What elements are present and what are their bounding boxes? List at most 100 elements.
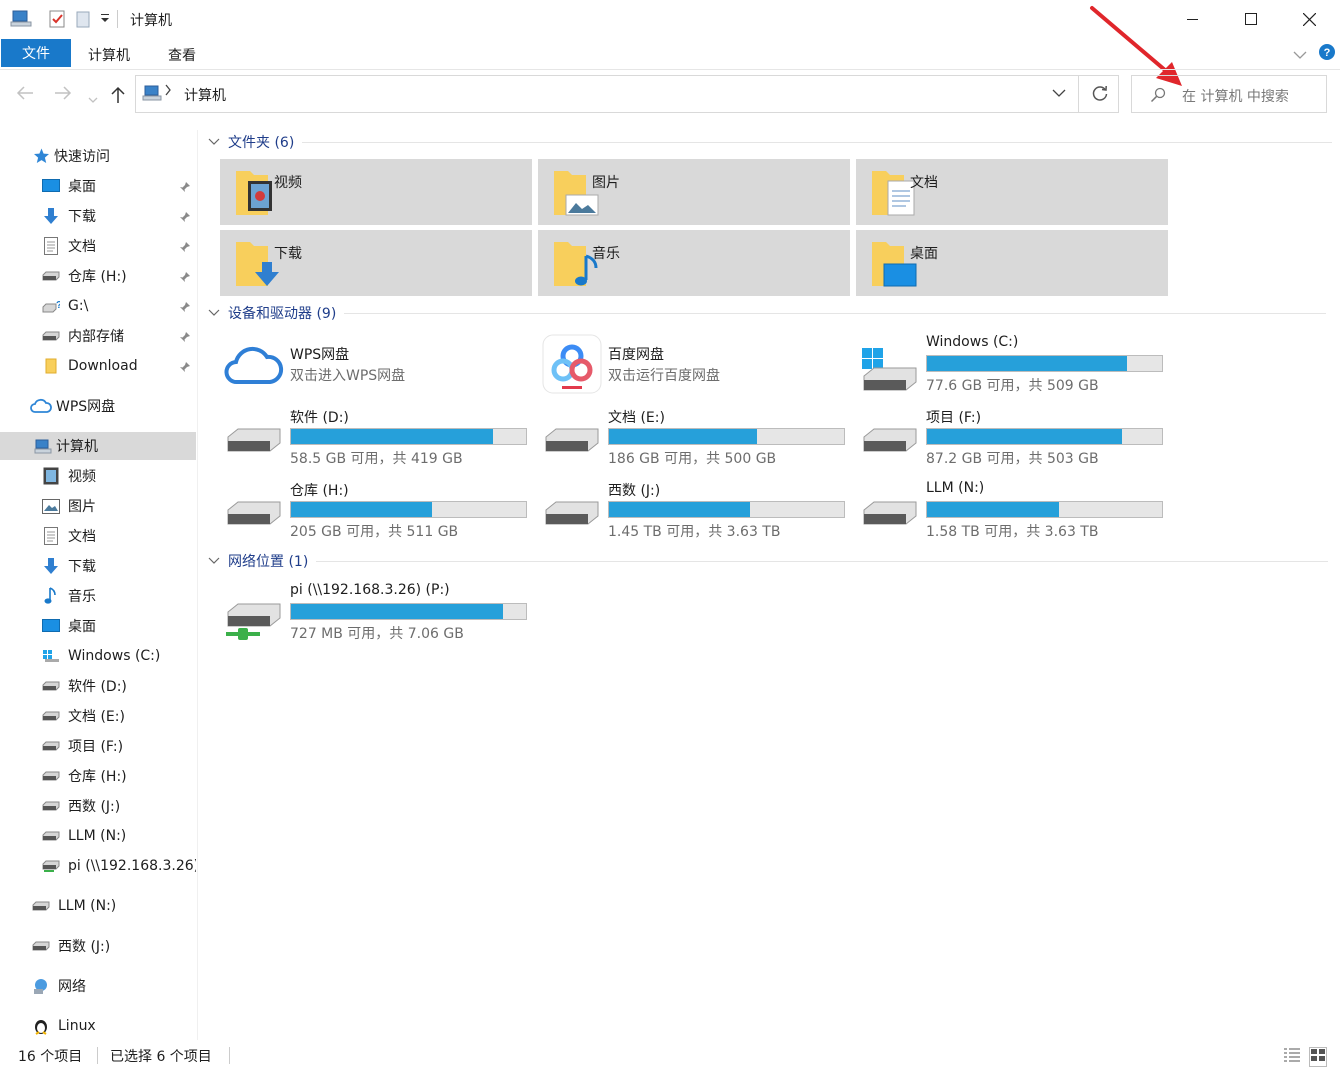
- music-note-icon: [42, 587, 60, 605]
- sidebar-item-label: 项目 (F:): [68, 739, 124, 755]
- sidebar-item-downloads-2[interactable]: 下载: [42, 552, 96, 580]
- sidebar-item-documents[interactable]: 文档: [42, 232, 96, 260]
- app-baidu-netdisk[interactable]: 百度网盘 双击运行百度网盘: [542, 334, 852, 400]
- sidebar-item-drive-e[interactable]: 文档 (E:): [42, 702, 125, 730]
- expand-ribbon-icon[interactable]: [1293, 48, 1307, 64]
- drive-c[interactable]: Windows (C:) 77.6 GB 可用，共 509 GB: [860, 334, 1170, 400]
- status-separator: [97, 1047, 98, 1064]
- drive-space-info: 205 GB 可用，共 511 GB: [290, 524, 459, 540]
- refresh-button[interactable]: [1090, 84, 1110, 108]
- sidebar-item-llm[interactable]: LLM (N:): [32, 892, 116, 920]
- section-header-folders[interactable]: 文件夹 (6): [208, 132, 1333, 152]
- back-button[interactable]: [16, 84, 34, 105]
- hdd-icon: [42, 327, 60, 345]
- sidebar-item-network[interactable]: 网络: [32, 972, 86, 1000]
- sidebar-item-label: pi (\\192.168.3.26): [68, 858, 196, 874]
- section-header-devices[interactable]: 设备和驱动器 (9): [208, 303, 1327, 323]
- forward-button[interactable]: [54, 84, 72, 105]
- pin-icon[interactable]: [179, 271, 191, 283]
- folder-icon: [42, 357, 60, 375]
- address-bar[interactable]: 计算机: [135, 75, 1119, 113]
- drive-space-info: 186 GB 可用，共 500 GB: [608, 451, 777, 467]
- large-icons-view-icon[interactable]: [1309, 1047, 1327, 1067]
- sidebar-item-network-drive[interactable]: pi (\\192.168.3.26): [42, 852, 196, 880]
- drive-usage-bar: [608, 501, 845, 518]
- chevron-down-icon: [88, 97, 98, 103]
- sidebar-item-download-folder[interactable]: Download: [42, 352, 138, 380]
- video-folder-icon: [234, 167, 274, 221]
- sidebar-item-drive-c[interactable]: Windows (C:): [42, 642, 160, 670]
- sidebar-item-videos[interactable]: 视频: [42, 462, 96, 490]
- app-wps-cloud[interactable]: WPS网盘 双击进入WPS网盘: [224, 334, 534, 400]
- breadcrumb-chevron-icon[interactable]: [164, 84, 172, 100]
- sidebar-item-drive-d[interactable]: 软件 (D:): [42, 672, 127, 700]
- new-folder-icon[interactable]: [76, 10, 92, 32]
- tab-computer[interactable]: 计算机: [88, 45, 130, 65]
- sidebar-item-drive-j[interactable]: 西数 (J:): [42, 792, 120, 820]
- recent-locations-button[interactable]: [88, 89, 98, 110]
- sidebar-item-downloads[interactable]: 下载: [42, 202, 96, 230]
- details-view-icon[interactable]: [1284, 1048, 1300, 1066]
- pin-icon[interactable]: [179, 211, 191, 223]
- sidebar-item-drive-h[interactable]: 仓库 (H:): [42, 262, 127, 290]
- drive-usage-fill: [291, 502, 432, 517]
- drive-n[interactable]: LLM (N:) 1.58 TB 可用，共 3.63 TB: [860, 480, 1170, 546]
- breadcrumb[interactable]: 计算机: [184, 85, 226, 105]
- tab-file[interactable]: 文件: [1, 39, 71, 67]
- address-history-button[interactable]: [1052, 86, 1066, 102]
- drive-space-info: 1.58 TB 可用，共 3.63 TB: [926, 524, 1099, 540]
- hdd-icon: [860, 498, 918, 538]
- sidebar-item-drive-f[interactable]: 项目 (F:): [42, 732, 123, 760]
- sidebar-item-label: 西数 (J:): [68, 799, 121, 815]
- sidebar-item-label: 下载: [68, 559, 96, 575]
- sidebar-item-documents-2[interactable]: 文档: [42, 522, 96, 550]
- sidebar-item-pictures[interactable]: 图片: [42, 492, 96, 520]
- sidebar-item-wd[interactable]: 西数 (J:): [32, 932, 110, 960]
- search-input[interactable]: 在 计算机 中搜索: [1182, 86, 1289, 106]
- close-button[interactable]: [1280, 0, 1338, 38]
- drive-usage-fill: [291, 429, 494, 444]
- drive-d[interactable]: 软件 (D:) 58.5 GB 可用，共 419 GB: [224, 407, 534, 473]
- maximize-button[interactable]: [1222, 0, 1280, 38]
- desktop-icon: [42, 617, 60, 635]
- help-icon[interactable]: ?: [1318, 43, 1336, 65]
- folder-videos[interactable]: 视频: [220, 159, 532, 225]
- up-button[interactable]: [110, 86, 126, 109]
- drive-e[interactable]: 文档 (E:) 186 GB 可用，共 500 GB: [542, 407, 852, 473]
- folder-pictures[interactable]: 图片: [538, 159, 850, 225]
- pin-icon[interactable]: [179, 361, 191, 373]
- pin-icon[interactable]: [179, 241, 191, 253]
- pin-icon[interactable]: [179, 301, 191, 313]
- sidebar-item-internal-storage[interactable]: 内部存储: [42, 322, 124, 350]
- search-box[interactable]: 在 计算机 中搜索: [1131, 75, 1327, 113]
- hdd-icon: [42, 707, 60, 725]
- sidebar-item-drive-g[interactable]: ? G:\: [42, 292, 88, 320]
- sidebar-item-desktop-2[interactable]: 桌面: [42, 612, 96, 640]
- customize-toolbar-icon[interactable]: [100, 12, 110, 28]
- section-divider: [344, 312, 1327, 314]
- section-header-network[interactable]: 网络位置 (1): [208, 551, 1329, 571]
- folder-music[interactable]: 音乐: [538, 230, 850, 296]
- pin-icon[interactable]: [179, 331, 191, 343]
- drive-usage-bar: [290, 501, 527, 518]
- drive-usage-fill: [927, 429, 1123, 444]
- folder-documents[interactable]: 文档: [856, 159, 1168, 225]
- sidebar-item-wps[interactable]: WPS网盘: [30, 392, 115, 420]
- properties-icon[interactable]: [48, 10, 66, 32]
- drive-j[interactable]: 西数 (J:) 1.45 TB 可用，共 3.63 TB: [542, 480, 852, 546]
- sidebar-item-desktop[interactable]: 桌面: [42, 172, 96, 200]
- folder-downloads[interactable]: 下载: [220, 230, 532, 296]
- tab-view[interactable]: 查看: [168, 45, 196, 65]
- folder-desktop[interactable]: 桌面: [856, 230, 1168, 296]
- sidebar-item-computer[interactable]: 计算机: [0, 432, 196, 460]
- sidebar-item-quick-access[interactable]: 快速访问: [32, 142, 110, 170]
- drive-h[interactable]: 仓库 (H:) 205 GB 可用，共 511 GB: [224, 480, 534, 546]
- pin-icon[interactable]: [179, 181, 191, 193]
- sidebar-item-drive-h-2[interactable]: 仓库 (H:): [42, 762, 127, 790]
- network-drive-p[interactable]: pi (\\192.168.3.26) (P:) 727 MB 可用，共 7.0…: [224, 582, 534, 648]
- drive-f[interactable]: 项目 (F:) 87.2 GB 可用，共 503 GB: [860, 407, 1170, 473]
- sidebar-item-linux[interactable]: Linux: [32, 1012, 96, 1040]
- sidebar-item-music[interactable]: 音乐: [42, 582, 96, 610]
- sidebar-item-drive-n[interactable]: LLM (N:): [42, 822, 126, 850]
- search-icon: [1150, 87, 1166, 107]
